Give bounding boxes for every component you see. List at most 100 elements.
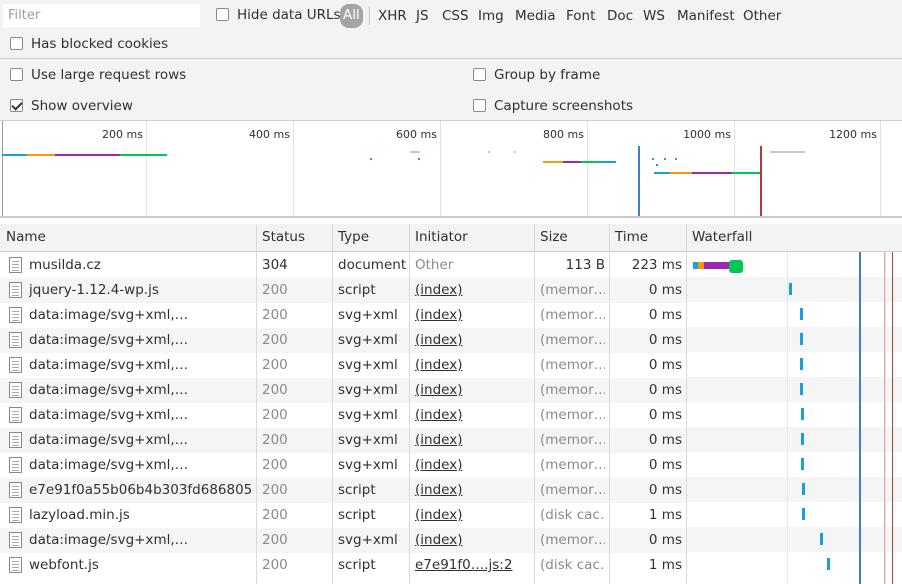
request-size: (disk cac… (540, 507, 605, 523)
waterfall-domcontentloaded-line (859, 252, 861, 584)
overview-selection-handle[interactable] (2, 121, 3, 216)
waterfall-row (687, 302, 902, 327)
request-initiator[interactable]: e7e91f0….js:2 (415, 557, 533, 573)
table-row[interactable]: data:image/svg+xml,… 200 svg+xml (index) (me… (0, 328, 686, 353)
request-initiator[interactable]: (index) (415, 357, 533, 373)
overview-gridline (293, 121, 294, 216)
filter-type-js[interactable]: JS (416, 8, 429, 24)
column-header-waterfall[interactable]: Waterfall (692, 229, 752, 245)
overview-request-bar (418, 158, 420, 160)
has-blocked-cookies-checkbox[interactable] (10, 37, 23, 50)
request-name: data:image/svg+xml,… (29, 332, 189, 348)
table-row[interactable]: data:image/svg+xml,… 200 svg+xml (index) (me… (0, 403, 686, 428)
blocked-cookies-bar: Has blocked cookies (0, 32, 902, 58)
table-row[interactable]: musilda.cz 304 document Other 113 B 223 ms (0, 253, 686, 278)
request-initiator[interactable]: (index) (415, 282, 533, 298)
column-divider[interactable] (256, 224, 257, 584)
column-header-name[interactable]: Name (6, 229, 46, 245)
waterfall-row (687, 502, 902, 527)
waterfall-bar[interactable] (820, 533, 823, 545)
waterfall-bar[interactable] (800, 308, 803, 320)
request-type: script (338, 482, 376, 498)
request-initiator[interactable]: (index) (415, 432, 533, 448)
overview-request-bar (488, 151, 490, 153)
table-row[interactable]: webfont.js 200 script e7e91f0….js:2 (disk ca… (0, 553, 686, 578)
request-size: (memor… (540, 282, 605, 298)
network-settings: Use large request rows Show overview Gro… (0, 58, 902, 121)
hide-data-urls-checkbox[interactable] (216, 8, 229, 21)
group-by-frame-checkbox[interactable] (473, 68, 486, 81)
column-divider[interactable] (609, 224, 610, 584)
capture-screenshots-checkbox[interactable] (473, 99, 486, 112)
overview-gridline (440, 121, 441, 216)
column-header-size[interactable]: Size (540, 229, 568, 245)
document-icon (9, 557, 22, 573)
filter-type-manifest[interactable]: Manifest (677, 8, 735, 24)
column-header-status[interactable]: Status (262, 229, 305, 245)
request-size: (memor… (540, 332, 605, 348)
use-large-rows-checkbox[interactable] (10, 68, 23, 81)
filter-input[interactable] (3, 4, 200, 27)
request-initiator[interactable]: (index) (415, 457, 533, 473)
request-initiator[interactable]: (index) (415, 407, 533, 423)
request-initiator[interactable]: (index) (415, 532, 533, 548)
filter-type-xhr[interactable]: XHR (378, 8, 407, 24)
waterfall-bar[interactable] (789, 283, 792, 295)
table-row[interactable]: lazyload.min.js 200 script (index) (disk cac… (0, 503, 686, 528)
filter-type-all[interactable]: All (340, 4, 363, 28)
waterfall-bar[interactable] (802, 508, 805, 520)
filter-type-ws[interactable]: WS (643, 8, 665, 24)
request-status: 200 (262, 457, 288, 473)
waterfall-row (687, 277, 902, 302)
waterfall-bar[interactable] (802, 483, 805, 495)
overview-request-bar (656, 164, 658, 166)
table-row[interactable]: data:image/svg+xml,… 200 svg+xml (index) (me… (0, 303, 686, 328)
column-header-type[interactable]: Type (338, 229, 369, 245)
waterfall-bar[interactable] (801, 408, 804, 420)
show-overview-checkbox[interactable] (10, 99, 23, 112)
table-row[interactable]: jquery-1.12.4-wp.js 200 script (index) (memo… (0, 278, 686, 303)
filter-type-font[interactable]: Font (566, 8, 595, 24)
waterfall-column[interactable] (687, 252, 902, 584)
request-size: (memor… (540, 382, 605, 398)
waterfall-bar[interactable] (801, 458, 804, 470)
show-overview-label: Show overview (31, 98, 133, 114)
table-row[interactable]: data:image/svg+xml,… 200 svg+xml (index) (me… (0, 378, 686, 403)
table-row[interactable]: data:image/svg+xml,… 200 svg+xml (index) (me… (0, 453, 686, 478)
filter-type-img[interactable]: Img (478, 8, 504, 24)
column-header-initiator[interactable]: Initiator (415, 229, 468, 245)
overview-request-bar (370, 158, 372, 160)
waterfall-bar[interactable] (800, 383, 803, 395)
waterfall-bar[interactable] (693, 260, 743, 273)
table-row[interactable]: e7e91f0a55b06b4b303fd686805… 200 script (in… (0, 478, 686, 503)
request-status: 200 (262, 532, 288, 548)
request-initiator[interactable]: (index) (415, 382, 533, 398)
request-initiator[interactable]: (index) (415, 482, 533, 498)
filter-type-doc[interactable]: Doc (607, 8, 633, 24)
request-status: 304 (262, 257, 288, 273)
column-header-time[interactable]: Time (615, 229, 648, 245)
request-initiator[interactable]: (index) (415, 507, 533, 523)
request-time: 0 ms (648, 407, 682, 423)
waterfall-bar[interactable] (801, 433, 804, 445)
request-initiator[interactable]: (index) (415, 307, 533, 323)
filter-type-css[interactable]: CSS (442, 8, 469, 24)
table-row[interactable]: data:image/svg+xml,… 200 svg+xml (index) (me… (0, 353, 686, 378)
waterfall-row (687, 527, 902, 552)
table-row[interactable]: data:image/svg+xml,… 200 svg+xml (index) (me… (0, 428, 686, 453)
document-icon (9, 382, 22, 398)
timeline-overview[interactable]: 200 ms 400 ms 600 ms 800 ms 1000 ms 1200… (0, 121, 902, 218)
overview-request-bar (55, 154, 120, 156)
request-status: 200 (262, 382, 288, 398)
column-divider[interactable] (409, 224, 410, 584)
column-divider[interactable] (534, 224, 535, 584)
column-divider[interactable] (332, 224, 333, 584)
request-initiator[interactable]: (index) (415, 332, 533, 348)
document-icon (9, 507, 22, 523)
table-row[interactable]: data:image/svg+xml,… 200 svg+xml (index) (me… (0, 528, 686, 553)
waterfall-bar[interactable] (800, 358, 803, 370)
waterfall-bar[interactable] (800, 333, 803, 345)
filter-type-other[interactable]: Other (743, 8, 781, 24)
filter-type-media[interactable]: Media (515, 8, 556, 24)
waterfall-bar[interactable] (827, 558, 830, 570)
